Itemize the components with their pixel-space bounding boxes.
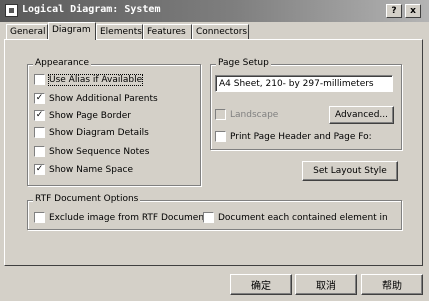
checkbox-box: ✓: [34, 164, 45, 175]
window-title: Logical Diagram: System: [22, 4, 161, 15]
checkbox-label: Show Additional Parents: [49, 93, 158, 104]
rtf-options-group-title: RTF Document Options: [33, 194, 141, 204]
checkbox-label: Exclude image from RTF Documents: [49, 212, 213, 223]
diagram-icon: [5, 4, 18, 17]
tab-connectors[interactable]: Connectors: [192, 24, 249, 39]
tab-features[interactable]: Features: [143, 24, 192, 39]
checkbox-box: [34, 127, 45, 138]
checkbox-box: [203, 212, 214, 223]
checkbox-label: Use Alias if Available: [47, 73, 144, 86]
show-page-border-checkbox[interactable]: ✓ Show Page Border: [34, 109, 131, 122]
tab-general[interactable]: General: [6, 24, 48, 39]
checkbox-label: Show Name Space: [49, 164, 133, 175]
tab-diagram[interactable]: Diagram: [48, 22, 96, 40]
landscape-checkbox[interactable]: Landscape: [215, 108, 278, 121]
help-titlebar-button[interactable]: ?: [386, 4, 402, 18]
print-page-header-checkbox[interactable]: Print Page Header and Page Fo:: [215, 130, 372, 143]
advanced-button[interactable]: Advanced...: [329, 106, 394, 124]
close-button[interactable]: x: [405, 4, 421, 18]
show-additional-parents-checkbox[interactable]: ✓ Show Additional Parents: [34, 92, 158, 105]
checkbox-box: [215, 131, 226, 142]
checkbox-box: ✓: [34, 110, 45, 121]
paper-size-field[interactable]: A4 Sheet, 210- by 297-millimeters: [215, 75, 393, 92]
document-each-element-checkbox[interactable]: Document each contained element in: [203, 211, 399, 224]
checkbox-label: Landscape: [230, 109, 279, 120]
use-alias-checkbox[interactable]: Use Alias if Available: [34, 73, 144, 86]
page-setup-group-title: Page Setup: [216, 58, 271, 68]
checkbox-label: Print Page Header and Page Fo:: [230, 131, 372, 142]
checkbox-label: Show Page Border: [49, 110, 131, 121]
checkbox-box: [34, 74, 45, 85]
appearance-group-title: Appearance: [33, 58, 92, 68]
tab-elements[interactable]: Elements: [96, 24, 143, 39]
checkbox-label: Show Sequence Notes: [49, 146, 150, 157]
show-diagram-details-checkbox[interactable]: Show Diagram Details: [34, 126, 149, 139]
checkbox-label: Document each contained element in: [218, 212, 388, 223]
checkbox-box: [34, 146, 45, 157]
checkbox-box: [215, 109, 226, 120]
set-layout-style-button[interactable]: Set Layout Style: [302, 161, 398, 181]
exclude-image-checkbox[interactable]: Exclude image from RTF Documents: [34, 211, 212, 224]
cancel-button[interactable]: 取消: [295, 274, 357, 295]
help-button[interactable]: 帮助: [361, 274, 423, 295]
checkbox-box: ✓: [34, 93, 45, 104]
checkbox-box: [34, 212, 45, 223]
show-name-space-checkbox[interactable]: ✓ Show Name Space: [34, 163, 133, 176]
checkbox-label: Show Diagram Details: [49, 127, 149, 138]
show-sequence-notes-checkbox[interactable]: Show Sequence Notes: [34, 145, 149, 158]
ok-button[interactable]: 确定: [230, 274, 292, 295]
